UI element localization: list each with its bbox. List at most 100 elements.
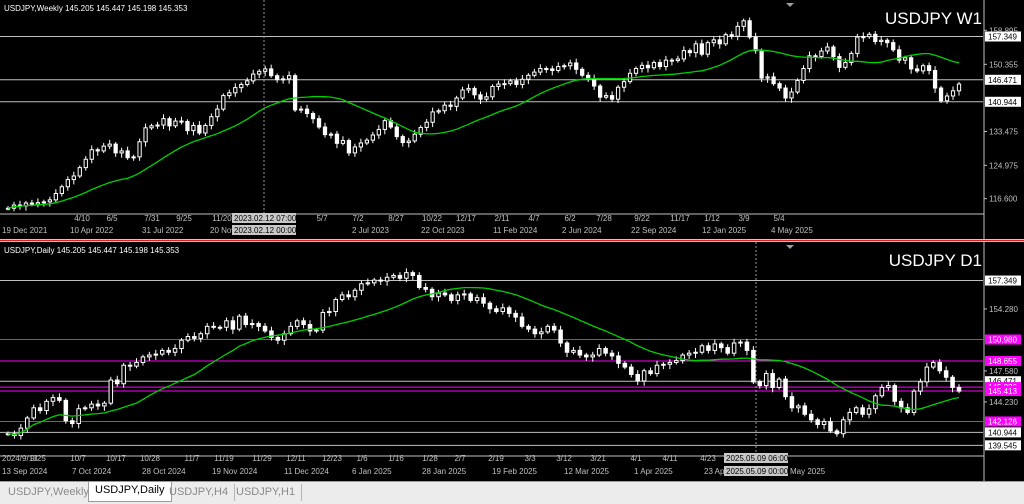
daily-chart-panel[interactable]: USDJPY,Daily 145.205 145.447 145.198 145…: [0, 242, 1024, 481]
candle-body: [500, 307, 506, 313]
candle-body: [801, 68, 806, 81]
date-axis-label: 1 Apr 2025: [634, 467, 673, 476]
candle-body: [57, 397, 62, 401]
time-axis-label: 7/31: [144, 214, 160, 223]
candle-body: [352, 146, 358, 154]
candle-body: [609, 95, 615, 100]
candle-body: [478, 94, 483, 100]
candle-body: [861, 36, 866, 39]
tab-usdjpy-h1[interactable]: USDJPY,H1: [230, 484, 303, 501]
time-axis-label: 10/17: [106, 454, 127, 463]
candle-body: [909, 57, 914, 70]
candle-body: [215, 108, 220, 118]
candle-body: [121, 364, 126, 385]
time-axis-label: 4/23: [700, 454, 716, 463]
candle-body: [494, 308, 499, 313]
candle-body: [879, 39, 884, 42]
candle-body: [172, 348, 178, 353]
date-axis-label: 12 Jan 2025: [702, 226, 747, 235]
candle-body: [621, 81, 627, 88]
price-tick-label: 147.580: [989, 367, 1018, 376]
candle-body: [490, 85, 495, 98]
candle-body: [847, 411, 853, 421]
level-price-label: 142.126: [988, 417, 1017, 426]
time-axis-first-label: 2024/9/13: [2, 454, 38, 463]
candle-body: [741, 20, 746, 27]
candle-body: [127, 364, 133, 367]
candle-body: [813, 55, 818, 58]
time-axis-label: 4/1: [630, 454, 642, 463]
candle-body: [185, 120, 190, 132]
candle-body: [831, 46, 836, 58]
date-axis-label: 12 Mar 2025: [564, 467, 609, 476]
candle-body: [834, 430, 840, 435]
candle-body: [167, 118, 172, 127]
date-axis-label: 4 May 2025: [771, 226, 813, 235]
candle-body: [70, 420, 75, 425]
candle-body: [423, 286, 428, 290]
candle-body: [808, 413, 814, 421]
candle-body: [718, 343, 724, 349]
candle-body: [770, 373, 775, 388]
date-axis-label: 2 Jul 2023: [352, 226, 389, 235]
candle-body: [275, 75, 280, 81]
candle-body: [577, 349, 583, 356]
candle-body: [108, 379, 114, 404]
level-price-label: 150.980: [988, 335, 1017, 344]
date-axis-label: 22 Sep 2024: [631, 226, 677, 235]
candle-body: [198, 333, 204, 339]
candle-body: [221, 95, 226, 110]
weekly-chart-panel[interactable]: USDJPY,Weekly 145.205 145.447 145.198 14…: [0, 0, 1024, 239]
candle-body: [645, 64, 651, 69]
candle-body: [699, 345, 705, 353]
weekly-chart[interactable]: USDJPY,Weekly 145.205 145.447 145.198 14…: [0, 0, 1024, 239]
candle-body: [410, 272, 416, 276]
candle-body: [699, 43, 704, 55]
candle-body: [275, 336, 281, 341]
date-axis-label: 19 Dec 2021: [2, 226, 48, 235]
candle-body: [532, 328, 538, 335]
candle-body: [391, 274, 396, 278]
candle-body: [412, 133, 417, 142]
time-axis-label: 11/20: [212, 214, 232, 223]
candle-body: [558, 329, 563, 344]
candle-body: [394, 126, 399, 138]
candle-body: [693, 351, 698, 354]
tab-usdjpy-h4[interactable]: USDJPY,H4: [163, 484, 236, 501]
time-axis-label: 4/10: [74, 214, 90, 223]
candle-body: [211, 325, 216, 328]
candle-body: [280, 78, 286, 81]
candle-body: [454, 97, 459, 107]
level-price-label: 157.349: [988, 277, 1017, 286]
daily-chart[interactable]: USDJPY,Daily 145.205 145.447 145.198 145…: [0, 242, 1024, 481]
date-axis-label: 11 Dec 2024: [284, 467, 329, 476]
crosshair-time-label: 2023.02.12 07:00: [234, 214, 297, 223]
time-axis-label: 1/28: [422, 454, 438, 463]
time-axis-label: 11/17: [670, 214, 690, 223]
candle-body: [140, 356, 146, 363]
candle-body: [681, 50, 687, 60]
candle-body: [744, 341, 750, 351]
candle-body: [262, 325, 268, 332]
candle-body: [328, 133, 334, 136]
candle-body: [693, 43, 698, 54]
candle-body: [866, 408, 872, 415]
time-axis-label: 2/11: [495, 214, 511, 223]
candle-body: [574, 62, 579, 70]
time-axis-label: 10/28: [140, 454, 161, 463]
time-axis-label: 4/11: [663, 454, 679, 463]
candle-body: [686, 352, 692, 356]
candle-body: [239, 83, 244, 89]
tab-usdjpy-daily[interactable]: USDJPY,Daily: [88, 482, 172, 502]
candle-body: [892, 385, 897, 402]
tab-usdjpy-weekly[interactable]: USDJPY,Weekly: [2, 484, 96, 501]
candle-body: [597, 85, 603, 98]
candle-body: [41, 201, 47, 204]
candle-body: [209, 116, 214, 126]
candle-body: [938, 87, 944, 102]
crosshair-time-label: 2025.05.09 06:00: [726, 454, 789, 463]
candle-body: [539, 331, 544, 335]
candle-body: [430, 111, 435, 123]
candle-body: [484, 96, 489, 100]
candle-body: [538, 68, 543, 73]
